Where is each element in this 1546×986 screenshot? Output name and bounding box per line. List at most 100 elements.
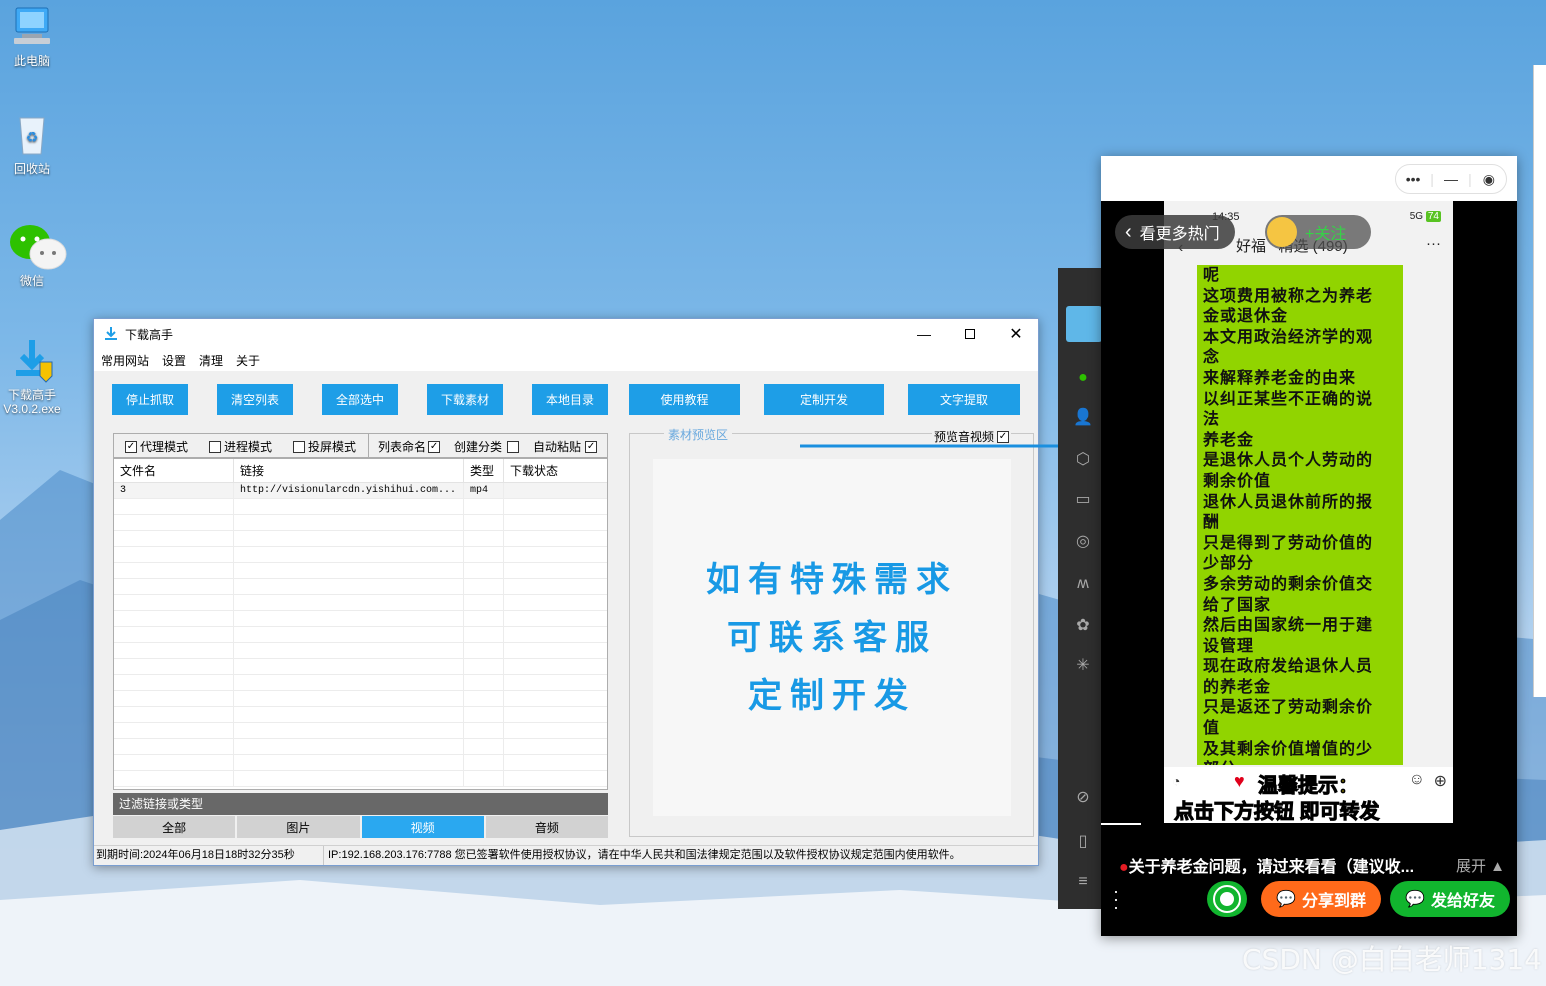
channels-icon[interactable]: ʍ xyxy=(1073,574,1093,594)
desktop-icon-recycle-bin[interactable]: ♻ 回收站 xyxy=(0,110,64,176)
miniprogram-icon[interactable]: ✿ xyxy=(1073,616,1093,636)
table-cell xyxy=(234,755,464,770)
expand-button[interactable]: 展开 ▲ xyxy=(1456,855,1505,876)
table-row[interactable] xyxy=(114,643,607,659)
table-row[interactable] xyxy=(114,691,607,707)
more-icon[interactable]: ••• xyxy=(1396,171,1430,187)
table-cell xyxy=(234,515,464,530)
table-cell xyxy=(234,611,464,626)
video-player[interactable]: 14:35 5G 74 ‹ 好福 精选 (499) ··· 呢这项费用被称之为养… xyxy=(1101,201,1517,824)
process-mode-checkbox[interactable]: 进程模式 xyxy=(209,438,272,455)
link-icon[interactable]: ⊘ xyxy=(1073,788,1093,808)
table-cell xyxy=(114,611,234,626)
desktop-icon-downloader-exe[interactable]: 下载高手 V3.0.2.exe xyxy=(0,336,64,416)
checkbox-box: ✓ xyxy=(428,440,441,453)
table-row[interactable] xyxy=(114,659,607,675)
filter-tab-all[interactable]: 全部 xyxy=(113,816,238,838)
table-cell xyxy=(504,659,604,674)
phone-icon[interactable]: ▯ xyxy=(1073,832,1093,852)
table-row[interactable] xyxy=(114,515,607,531)
column-status[interactable]: 下载状态 xyxy=(504,459,604,482)
local-folder-button[interactable]: 本地目录 xyxy=(532,384,608,415)
table-row[interactable] xyxy=(114,531,607,547)
table-cell xyxy=(234,659,464,674)
column-filename[interactable]: 文件名 xyxy=(114,459,234,482)
close-circle-icon[interactable]: ◉ xyxy=(1472,171,1506,188)
table-row[interactable] xyxy=(114,579,607,595)
maximize-button[interactable] xyxy=(947,319,993,349)
minimize-button[interactable]: — xyxy=(901,319,947,349)
table-cell xyxy=(504,691,604,706)
table-cell xyxy=(234,675,464,690)
moments-share-button[interactable] xyxy=(1207,881,1247,917)
table-cell xyxy=(234,739,464,754)
table-row[interactable] xyxy=(114,675,607,691)
background-window-edge xyxy=(1533,65,1546,697)
table-row[interactable]: 3 http://visionularcdn.yishihui.com... mp4 xyxy=(114,483,607,499)
title-bar[interactable]: 下载高手 — ✕ xyxy=(94,319,1038,349)
select-all-button[interactable]: 全部选中 xyxy=(322,384,398,415)
contacts-icon[interactable]: 👤 xyxy=(1073,408,1093,428)
proxy-mode-checkbox[interactable]: ✓ 代理模式 xyxy=(125,438,188,455)
progress-bar[interactable] xyxy=(1101,823,1141,825)
table-row[interactable] xyxy=(114,723,607,739)
table-row[interactable] xyxy=(114,755,607,771)
tutorial-button[interactable]: 使用教程 xyxy=(629,384,740,415)
filter-tab-video[interactable]: 视频 xyxy=(361,816,486,838)
more-hot-button[interactable]: ‹ 看更多热门 xyxy=(1115,215,1235,249)
table-cell xyxy=(504,755,604,770)
filter-input[interactable]: 过滤链接或类型 xyxy=(113,793,608,815)
moments-icon[interactable]: ◎ xyxy=(1073,532,1093,552)
close-icon: ✕ xyxy=(1009,326,1023,343)
message-line: 念 xyxy=(1203,347,1221,367)
auto-paste-checkbox[interactable]: 自动粘贴 ✓ xyxy=(533,438,598,455)
table-cell xyxy=(114,691,234,706)
cast-mode-checkbox[interactable]: 投屏模式 xyxy=(293,438,356,455)
author-follow[interactable]: +关注 xyxy=(1265,215,1371,249)
table-row[interactable] xyxy=(114,547,607,563)
minimize-icon[interactable]: — xyxy=(1434,171,1468,187)
checkbox-box xyxy=(209,440,221,453)
list-naming-checkbox[interactable]: 列表命名 ✓ xyxy=(378,438,441,455)
custom-dev-button[interactable]: 定制开发 xyxy=(764,384,884,415)
table-row[interactable] xyxy=(114,595,607,611)
create-category-checkbox[interactable]: 创建分类 xyxy=(454,438,520,455)
menu-common-sites[interactable]: 常用网站 xyxy=(101,352,149,369)
send-friend-button[interactable]: 💬 发给好友 xyxy=(1390,881,1510,917)
table-row[interactable] xyxy=(114,771,607,787)
search-icon[interactable]: ✳ xyxy=(1073,656,1093,676)
folder-icon[interactable]: ▭ xyxy=(1073,490,1093,510)
box-icon[interactable]: ⬡ xyxy=(1073,450,1093,470)
table-row[interactable] xyxy=(114,563,607,579)
message-line: 设管理 xyxy=(1203,635,1255,655)
table-row[interactable] xyxy=(114,499,607,515)
clear-list-button[interactable]: 清空列表 xyxy=(217,384,293,415)
menu-clean[interactable]: 清理 xyxy=(199,352,223,369)
table-row[interactable] xyxy=(114,627,607,643)
table-row[interactable] xyxy=(114,739,607,755)
table-row[interactable] xyxy=(114,707,607,723)
message-line: 只是返还了劳动剩余价 xyxy=(1203,697,1374,717)
message-line: 酬 xyxy=(1203,512,1221,532)
desktop-icon-this-pc[interactable]: 此电脑 xyxy=(0,2,64,68)
stop-capture-button[interactable]: 停止抓取 xyxy=(112,384,188,415)
column-type[interactable]: 类型 xyxy=(464,459,504,482)
text-extract-button[interactable]: 文字提取 xyxy=(908,384,1020,415)
avatar[interactable] xyxy=(1066,306,1102,342)
message-line: 部分 xyxy=(1203,759,1397,765)
share-group-button[interactable]: 💬 分享到群 xyxy=(1261,881,1381,917)
menu-settings[interactable]: 设置 xyxy=(162,352,186,369)
menu-icon[interactable]: ≡ xyxy=(1073,872,1093,892)
column-link[interactable]: 链接 xyxy=(234,459,464,482)
filter-tab-audio[interactable]: 音频 xyxy=(485,816,608,838)
download-material-button[interactable]: 下载素材 xyxy=(427,384,503,415)
video-info-bar: ●关于养老金问题，请过来看看（建议收... 展开 ▲ · · · 💬 分享到群 💬 发给… xyxy=(1101,823,1517,936)
video-title[interactable]: ●关于养老金问题，请过来看看（建议收... xyxy=(1119,853,1414,877)
more-vertical-icon[interactable]: · · · xyxy=(1113,882,1119,916)
table-row[interactable] xyxy=(114,611,607,627)
chat-icon[interactable]: ● xyxy=(1073,368,1093,388)
filter-tab-image[interactable]: 图片 xyxy=(237,816,362,838)
menu-about[interactable]: 关于 xyxy=(236,352,260,369)
close-button[interactable]: ✕ xyxy=(993,319,1039,349)
desktop-icon-wechat[interactable]: 微信 xyxy=(0,222,67,288)
